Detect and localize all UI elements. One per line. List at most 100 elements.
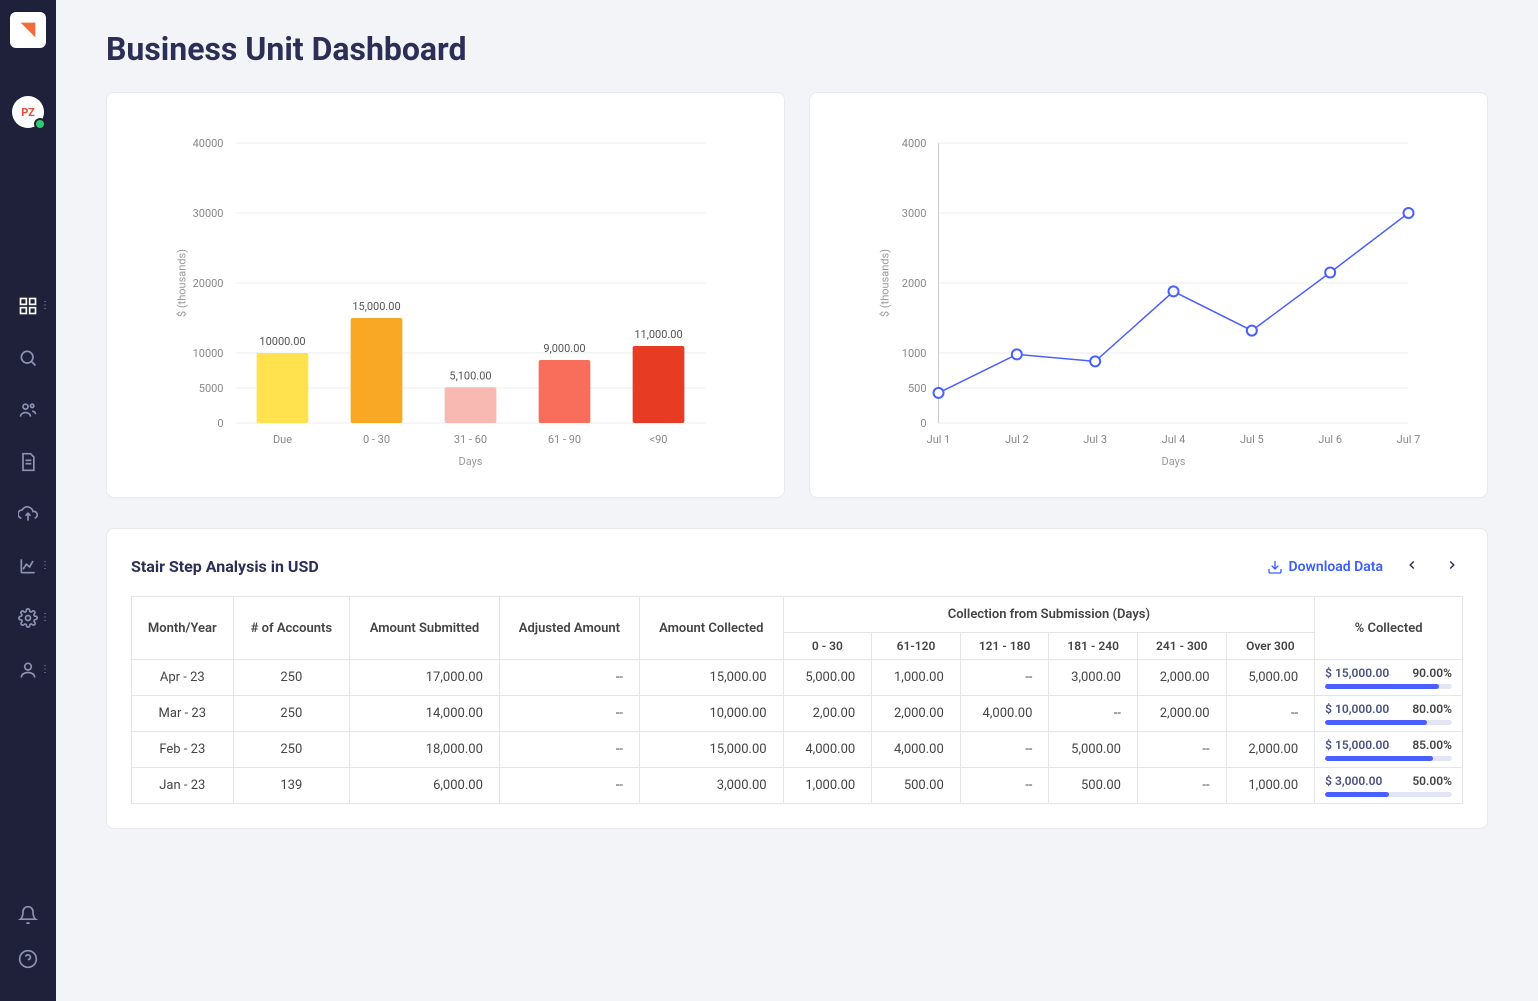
- table-row: Jan - 231396,000.00--3,000.001,000.00500…: [132, 768, 1463, 804]
- bucket-header: 121 - 180: [960, 633, 1049, 660]
- bucket-header: 181 - 240: [1049, 633, 1138, 660]
- more-dots-icon: ⋮: [40, 668, 50, 672]
- more-dots-icon: ⋮: [40, 616, 50, 620]
- nav-notifications[interactable]: [0, 893, 56, 937]
- svg-text:500: 500: [908, 382, 927, 395]
- svg-text:40000: 40000: [193, 137, 224, 150]
- nav-dashboard[interactable]: ⋮: [0, 284, 56, 328]
- nav-profile[interactable]: ⋮: [0, 648, 56, 692]
- cell-pct: $ 15,000.0090.00%: [1315, 660, 1463, 696]
- nav-search[interactable]: [0, 336, 56, 380]
- cell-bucket: 1,000.00: [1226, 768, 1315, 804]
- main-content: Business Unit Dashboard 0500010000200003…: [56, 0, 1538, 1001]
- nav-document[interactable]: [0, 440, 56, 484]
- cell-bucket: 2,000.00: [1137, 660, 1226, 696]
- stair-table: Month/Year # of Accounts Amount Submitte…: [131, 596, 1463, 804]
- svg-text:15,000.00: 15,000.00: [352, 300, 400, 313]
- cell-bucket: --: [1137, 768, 1226, 804]
- line-chart-card: 05001000200030004000Jul 1Jul 2Jul 3Jul 4…: [809, 92, 1488, 498]
- svg-text:0: 0: [920, 417, 926, 430]
- nav-users[interactable]: [0, 388, 56, 432]
- page-title: Business Unit Dashboard: [106, 30, 1488, 68]
- svg-text:10000: 10000: [193, 347, 224, 360]
- cell-adjusted: --: [499, 696, 639, 732]
- cell-collected: 10,000.00: [639, 696, 783, 732]
- svg-text:4000: 4000: [902, 137, 927, 150]
- cell-accounts: 250: [233, 696, 349, 732]
- table-row: Apr - 2325017,000.00--15,000.005,000.001…: [132, 660, 1463, 696]
- next-button[interactable]: [1441, 553, 1463, 580]
- cell-bucket: 2,00.00: [783, 696, 872, 732]
- cell-submitted: 6,000.00: [350, 768, 500, 804]
- svg-text:30000: 30000: [193, 207, 224, 220]
- svg-text:Due: Due: [273, 433, 292, 446]
- cell-bucket: --: [960, 660, 1049, 696]
- avatar[interactable]: PZ: [12, 96, 44, 128]
- svg-text:Jul 2: Jul 2: [1005, 433, 1029, 446]
- col-month: Month/Year: [132, 597, 234, 660]
- cell-adjusted: --: [499, 732, 639, 768]
- nav-upload[interactable]: [0, 492, 56, 536]
- nav-settings[interactable]: ⋮: [0, 596, 56, 640]
- bucket-header: Over 300: [1226, 633, 1315, 660]
- line-chart: 05001000200030004000Jul 1Jul 2Jul 3Jul 4…: [830, 113, 1467, 483]
- table-row: Mar - 2325014,000.00--10,000.002,00.002,…: [132, 696, 1463, 732]
- avatar-initials: PZ: [21, 106, 35, 119]
- app-logo[interactable]: [10, 12, 46, 48]
- nav-analytics[interactable]: ⋮: [0, 544, 56, 588]
- svg-text:0: 0: [217, 417, 223, 430]
- cell-submitted: 17,000.00: [350, 660, 500, 696]
- cell-collected: 3,000.00: [639, 768, 783, 804]
- col-pct: % Collected: [1315, 597, 1463, 660]
- svg-text:10000.00: 10000.00: [259, 335, 305, 348]
- nav-help[interactable]: [0, 937, 56, 981]
- svg-text:Jul 7: Jul 7: [1397, 433, 1421, 446]
- svg-text:9,000.00: 9,000.00: [543, 342, 585, 355]
- col-adjusted: Adjusted Amount: [499, 597, 639, 660]
- cell-month: Apr - 23: [132, 660, 234, 696]
- svg-text:61 - 90: 61 - 90: [548, 433, 581, 446]
- cell-adjusted: --: [499, 660, 639, 696]
- cell-bucket: 4,000.00: [960, 696, 1049, 732]
- cell-bucket: 500.00: [1049, 768, 1138, 804]
- svg-text:11,000.00: 11,000.00: [634, 328, 682, 341]
- cell-adjusted: --: [499, 768, 639, 804]
- cell-bucket: 5,000.00: [1226, 660, 1315, 696]
- svg-text:3000: 3000: [902, 207, 927, 220]
- col-collection-group: Collection from Submission (Days): [783, 597, 1315, 633]
- svg-text:5,100.00: 5,100.00: [449, 369, 491, 382]
- cell-bucket: 4,000.00: [872, 732, 961, 768]
- cell-accounts: 250: [233, 732, 349, 768]
- svg-text:31 - 60: 31 - 60: [454, 433, 487, 446]
- cell-submitted: 18,000.00: [350, 732, 500, 768]
- cell-submitted: 14,000.00: [350, 696, 500, 732]
- svg-text:Jul 3: Jul 3: [1083, 433, 1107, 446]
- cell-bucket: --: [960, 768, 1049, 804]
- svg-text:Jul 1: Jul 1: [927, 433, 951, 446]
- svg-text:Jul 5: Jul 5: [1240, 433, 1264, 446]
- bucket-header: 0 - 30: [783, 633, 872, 660]
- cell-bucket: 2,000.00: [1226, 732, 1315, 768]
- cell-bucket: 2,000.00: [1137, 696, 1226, 732]
- more-dots-icon: ⋮: [40, 304, 50, 308]
- cell-bucket: 2,000.00: [872, 696, 961, 732]
- cell-collected: 15,000.00: [639, 660, 783, 696]
- cell-bucket: 5,000.00: [1049, 732, 1138, 768]
- svg-text:5000: 5000: [199, 382, 224, 395]
- download-button[interactable]: Download Data: [1267, 559, 1384, 575]
- bucket-header: 61-120: [872, 633, 961, 660]
- cell-month: Mar - 23: [132, 696, 234, 732]
- table-title: Stair Step Analysis in USD: [131, 557, 319, 576]
- cell-pct: $ 3,000.0050.00%: [1315, 768, 1463, 804]
- col-submitted: Amount Submitted: [350, 597, 500, 660]
- cell-bucket: 3,000.00: [1049, 660, 1138, 696]
- bucket-header: 241 - 300: [1137, 633, 1226, 660]
- chevron-left-icon: [1405, 558, 1419, 572]
- cell-bucket: --: [1226, 696, 1315, 732]
- cell-bucket: 4,000.00: [783, 732, 872, 768]
- download-label: Download Data: [1289, 559, 1384, 575]
- bar-chart: 050001000020000300004000010000.00Due15,0…: [127, 113, 764, 483]
- cell-pct: $ 10,000.0080.00%: [1315, 696, 1463, 732]
- cell-accounts: 250: [233, 660, 349, 696]
- prev-button[interactable]: [1401, 553, 1423, 580]
